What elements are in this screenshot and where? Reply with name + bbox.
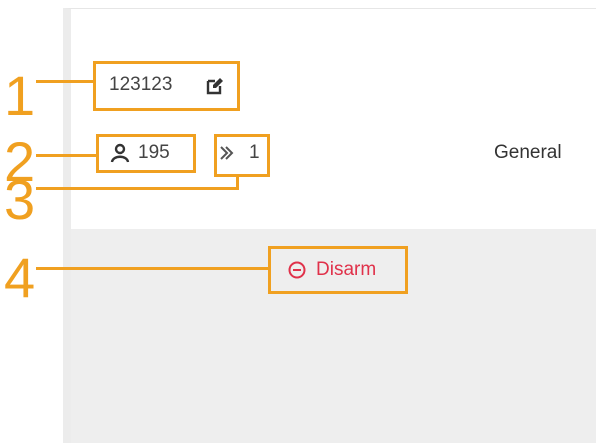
edit-icon[interactable] — [205, 76, 225, 96]
section-title: General — [494, 142, 562, 163]
disarm-label: Disarm — [316, 259, 377, 280]
callout-number-4: 4 — [4, 246, 36, 309]
chevrons-icon — [218, 145, 236, 161]
callout-number-3: 3 — [4, 168, 36, 231]
devices-count: 1 — [249, 142, 260, 163]
callout-line-4 — [36, 267, 268, 270]
callout-number-1: 1 — [4, 64, 36, 127]
callout-line-2 — [36, 154, 96, 157]
account-id: 123123 — [109, 74, 173, 95]
user-icon — [110, 143, 130, 163]
callout-line-3-horizontal — [36, 187, 238, 190]
minus-circle-icon — [288, 261, 306, 279]
disarm-button[interactable]: Disarm — [283, 258, 398, 284]
users-count: 195 — [138, 142, 170, 163]
callout-line-1 — [36, 80, 93, 83]
